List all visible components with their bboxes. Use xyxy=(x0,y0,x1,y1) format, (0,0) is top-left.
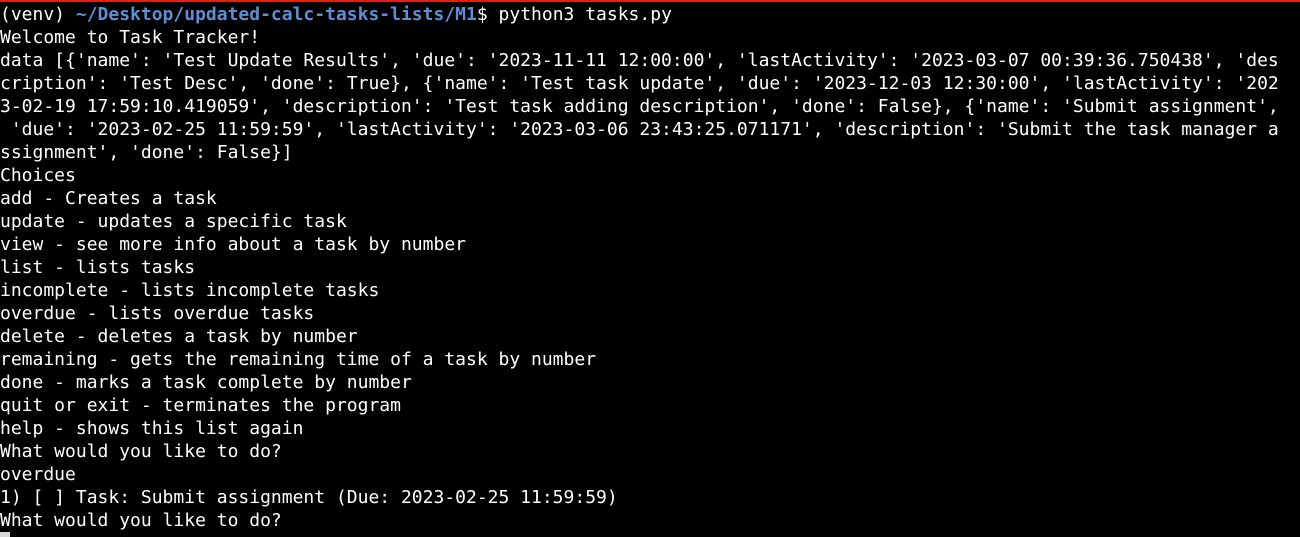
output-line: add - Creates a task xyxy=(0,188,217,209)
output-line: remaining - gets the remaining time of a… xyxy=(0,349,597,370)
terminal-window[interactable]: (venv) ~/Desktop/updated-calc-tasks-list… xyxy=(0,0,1300,537)
command-text: python3 tasks.py xyxy=(498,4,672,25)
output-line: 1) [ ] Task: Submit assignment (Due: 202… xyxy=(0,487,618,508)
prompt-venv: (venv) xyxy=(0,4,76,25)
output-line: What would you like to do? xyxy=(0,441,282,462)
output-line: overdue - lists overdue tasks xyxy=(0,303,315,324)
window-top-accent xyxy=(0,0,1300,2)
output-line: list - lists tasks xyxy=(0,257,196,278)
output-line: overdue xyxy=(0,464,76,485)
prompt-path: ~/Desktop/updated-calc-tasks-lists/M1 xyxy=(75,4,477,25)
output-line: data [{'name': 'Test Update Results', 'd… xyxy=(0,50,1279,71)
output-line: update - updates a specific task xyxy=(0,211,347,232)
output-line: ssignment', 'done': False}] xyxy=(0,142,293,163)
output-line: delete - deletes a task by number xyxy=(0,326,358,347)
output-line: done - marks a task complete by number xyxy=(0,372,412,393)
prompt-symbol: $ xyxy=(476,4,499,25)
output-line: help - shows this list again xyxy=(0,418,304,439)
output-line: 'due': '2023-02-25 11:59:59', 'lastActiv… xyxy=(0,119,1279,140)
output-line: cription': 'Test Desc', 'done': True}, {… xyxy=(0,73,1279,94)
output-line: What would you like to do? xyxy=(0,510,282,531)
output-line: Choices xyxy=(0,165,76,186)
output-line: view - see more info about a task by num… xyxy=(0,234,466,255)
output-line: incomplete - lists incomplete tasks xyxy=(0,280,380,301)
output-line: 3-02-19 17:59:10.419059', 'description':… xyxy=(0,96,1279,117)
prompt-line: (venv) ~/Desktop/updated-calc-tasks-list… xyxy=(0,3,1300,26)
input-line[interactable] xyxy=(0,532,1300,537)
terminal-cursor xyxy=(0,532,10,537)
output-line: Welcome to Task Tracker! xyxy=(0,27,261,48)
output-line: quit or exit - terminates the program xyxy=(0,395,401,416)
